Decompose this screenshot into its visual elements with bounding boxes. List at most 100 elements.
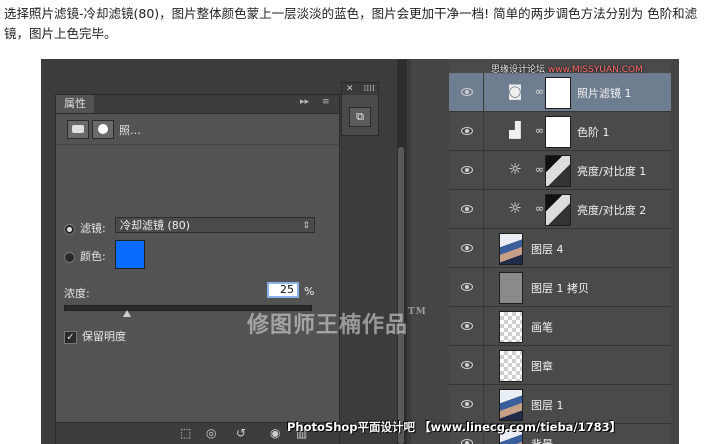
layer-row[interactable]: 图层 4: [449, 229, 671, 268]
density-input[interactable]: 25: [267, 282, 299, 298]
layer-mask-thumbnail[interactable]: [545, 77, 571, 109]
layer-name: 图层 1: [531, 399, 564, 412]
layer-divider: [483, 268, 484, 306]
density-slider-knob[interactable]: [122, 310, 131, 317]
preserve-row: ✓ 保留明度: [64, 328, 126, 344]
layer-divider: [483, 229, 484, 267]
layer-mask-thumbnail[interactable]: [545, 116, 571, 148]
intro-paragraph: 选择照片滤镜-冷却滤镜(80)，图片整体颜色蒙上一层淡淡的蓝色，图片会更加干净一…: [4, 6, 698, 41]
camera-icon: ◙: [507, 82, 523, 100]
photoshop-screenshot: 属性 ▸▸ ≡ 照… 滤镜: 冷却滤镜 (80) ⇕ 颜色: 浓度: 25 %: [41, 59, 679, 444]
layer-name: 图层 4: [531, 243, 564, 256]
layer-divider: [483, 307, 484, 345]
filter-select[interactable]: 冷却滤镜 (80) ⇕: [115, 217, 315, 233]
layer-divider: [483, 112, 484, 150]
eye-icon[interactable]: [461, 283, 473, 291]
adjustment-icon-button[interactable]: [67, 120, 89, 139]
color-radio[interactable]: [64, 251, 75, 263]
layer-thumbnail[interactable]: [499, 311, 523, 343]
layer-row[interactable]: 图层 1 拷贝: [449, 268, 671, 307]
layer-thumbnail[interactable]: [499, 389, 523, 421]
eye-icon[interactable]: [461, 205, 473, 213]
collapse-icon[interactable]: ▸▸: [300, 97, 309, 107]
layer-thumbnail[interactable]: [499, 233, 523, 265]
properties-title: 照…: [119, 124, 141, 137]
eye-icon[interactable]: [461, 439, 473, 444]
link-icon[interactable]: ∞: [535, 202, 544, 215]
layer-row[interactable]: 图章: [449, 346, 671, 385]
mask-icon-button[interactable]: [92, 120, 114, 139]
layer-name: 色阶 1: [577, 126, 610, 139]
preserve-luminosity-label: 保留明度: [82, 330, 126, 343]
watermark-tm: TM: [408, 307, 427, 317]
layer-divider: [483, 385, 484, 423]
color-label: 颜色:: [80, 250, 106, 263]
eye-icon[interactable]: [461, 88, 473, 96]
view-previous-icon[interactable]: ◎: [206, 426, 216, 440]
properties-toggle-button[interactable]: ⧉: [349, 107, 371, 127]
watermark-top-prefix: 思缘设计论坛: [491, 65, 546, 75]
layers-panel: ◙ ∞ 照片滤镜 1 ▟ ∞ 色阶 1 ☼ ∞ 亮度/对比度 1 ☼ ∞ 亮度/对比度 2 图层 4 图层…: [449, 59, 671, 444]
layer-name: 画笔: [531, 321, 553, 334]
watermark-center: 修图师王楠作品TM: [247, 307, 427, 339]
layer-row[interactable]: ◙ ∞ 照片滤镜 1: [449, 73, 671, 112]
link-icon[interactable]: ∞: [535, 163, 544, 176]
visibility-icon[interactable]: ◉: [270, 426, 280, 440]
close-icon[interactable]: ✕: [346, 84, 354, 94]
layer-divider: [483, 151, 484, 189]
properties-header: 属性 ▸▸ ≡: [56, 95, 339, 114]
eye-icon[interactable]: [461, 322, 473, 330]
layer-thumbnail[interactable]: [499, 350, 523, 382]
color-swatch[interactable]: [115, 240, 145, 269]
layer-mask-thumbnail[interactable]: [545, 155, 571, 187]
panel-menu-icon[interactable]: ≡: [322, 97, 330, 107]
filter-label: 滤镜:: [80, 222, 106, 235]
layer-name: 照片滤镜 1: [577, 87, 632, 100]
properties-tab[interactable]: 属性: [56, 95, 94, 113]
color-row: 颜色:: [64, 248, 106, 264]
layer-name: 背景: [531, 436, 553, 444]
eye-icon[interactable]: [461, 244, 473, 252]
eye-icon[interactable]: [461, 361, 473, 369]
layer-name: 亮度/对比度 2: [577, 204, 647, 217]
grip-icon[interactable]: ⁞⁞⁞⁞: [364, 83, 375, 95]
eye-icon[interactable]: [461, 127, 473, 135]
select-arrows-icon: ⇕: [302, 221, 310, 231]
sun-icon: ☼: [508, 160, 522, 178]
layer-name: 图层 1 拷贝: [531, 282, 589, 295]
camera-icon: [72, 125, 84, 133]
levels-icon: ▟: [509, 121, 521, 139]
link-icon[interactable]: ∞: [535, 85, 544, 98]
workspace-scroll-thumb[interactable]: [398, 147, 404, 444]
layer-row[interactable]: ▟ ∞ 色阶 1: [449, 112, 671, 151]
filter-row: 滤镜:: [64, 220, 106, 236]
reset-icon[interactable]: ↺: [236, 426, 246, 440]
layer-name: 亮度/对比度 1: [577, 165, 647, 178]
layer-row[interactable]: 画笔: [449, 307, 671, 346]
cube-icon: ⧉: [356, 110, 364, 123]
clip-to-layer-icon[interactable]: ⬚: [180, 426, 191, 440]
layer-mask-thumbnail[interactable]: [545, 194, 571, 226]
layer-name: 图章: [531, 360, 553, 373]
mini-panel-header: ✕ ⁞⁞⁞⁞: [342, 83, 378, 95]
properties-panel: 属性 ▸▸ ≡ 照… 滤镜: 冷却滤镜 (80) ⇕ 颜色: 浓度: 25 %: [55, 94, 340, 444]
properties-titlebar: 照…: [56, 114, 339, 145]
layer-divider: [483, 346, 484, 384]
watermark-top: 思缘设计论坛 www.MISSYUAN.COM: [491, 62, 643, 75]
layer-divider: [483, 190, 484, 228]
eye-icon[interactable]: [461, 166, 473, 174]
filter-radio[interactable]: [64, 223, 75, 235]
density-unit: %: [304, 285, 315, 298]
layer-row[interactable]: ☼ ∞ 亮度/对比度 1: [449, 151, 671, 190]
link-icon[interactable]: ∞: [535, 124, 544, 137]
eye-icon[interactable]: [461, 400, 473, 408]
layer-row[interactable]: ☼ ∞ 亮度/对比度 2: [449, 190, 671, 229]
watermark-top-site: www.MISSYUAN.COM: [547, 65, 643, 75]
density-label: 浓度:: [64, 287, 90, 300]
filter-select-value: 冷却滤镜 (80): [120, 219, 191, 232]
preserve-luminosity-checkbox[interactable]: ✓: [64, 330, 77, 344]
layer-thumbnail[interactable]: [499, 272, 523, 304]
sun-icon: ☼: [508, 199, 522, 217]
watermark-bottom: PhotoShop平面设计吧 【www.linecg.com/tieba/178…: [287, 420, 622, 434]
mini-panel: ✕ ⁞⁞⁞⁞ ⧉: [341, 82, 379, 136]
